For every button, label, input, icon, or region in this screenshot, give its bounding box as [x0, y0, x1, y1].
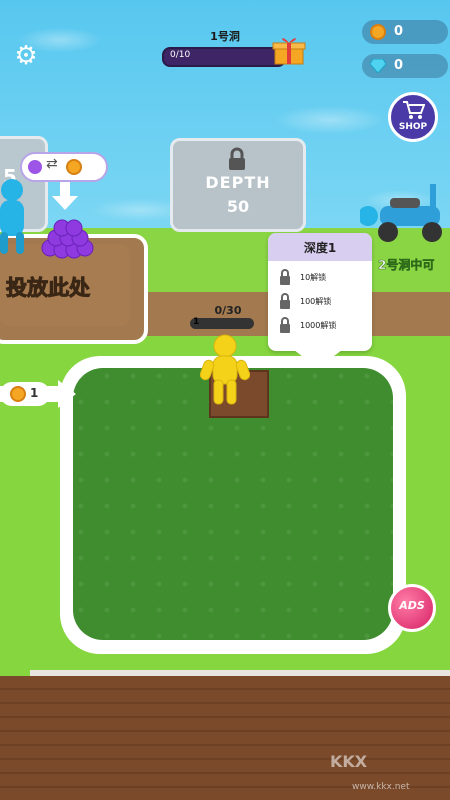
player-capacity-number: 1 [193, 317, 200, 327]
gem-counter: 0 [362, 54, 448, 78]
level-progress-text: 0/10 [170, 50, 191, 60]
unlock-row-text: 10解锁 [300, 273, 327, 282]
berry-pile-icon [41, 219, 94, 259]
unlock-card-pointer [294, 350, 342, 368]
shop-label: SHOP [398, 122, 428, 132]
shop-button[interactable]: SHOP [388, 92, 438, 142]
lock-icon [280, 269, 290, 285]
ads-button[interactable]: ADS [388, 584, 436, 632]
depth-locked-tile[interactable]: DEPTH 50 [170, 138, 306, 232]
watermark-url: www.kkx.net [352, 782, 410, 792]
watermark-logo: KKX [330, 752, 368, 771]
unlock-row-text: 100解锁 [300, 297, 332, 306]
unlock-card-header: 深度1 [268, 233, 372, 261]
coin-icon [370, 24, 386, 40]
player-capacity-bar: 1 [190, 317, 254, 329]
unlock-row: 100解锁 [278, 293, 368, 311]
lock-icon [229, 147, 245, 170]
swap-icon: ⇄ [46, 156, 58, 172]
cart-icon [403, 101, 425, 119]
drop-zone-label: 投放此处 [6, 276, 91, 301]
coin-counter: 0 [362, 20, 448, 44]
locked-area-label: 2号洞中可 [378, 258, 435, 273]
plot-cost-value: 1 [30, 386, 39, 400]
down-arrow-icon [52, 182, 78, 210]
lock-icon [280, 293, 290, 309]
coin-count: 0 [394, 24, 404, 39]
unlock-row: 10解锁 [278, 269, 368, 287]
coin-icon [66, 159, 82, 175]
gift-icon[interactable] [272, 36, 306, 66]
blue-character-icon [0, 179, 24, 254]
level-title: 1号洞 [210, 30, 240, 43]
level-progress-bar: 0/10 [162, 47, 286, 67]
exchange-pill: ⇄ [20, 152, 108, 182]
coin-icon [10, 386, 26, 402]
depth-label: DEPTH [205, 173, 271, 192]
depth-value: 50 [226, 197, 250, 216]
lock-icon [280, 317, 290, 333]
player-character [200, 334, 250, 405]
settings-gear-icon[interactable]: ⚙ [12, 42, 40, 70]
depth-unlock-card: 深度1 10解锁 100解锁 1000解锁 [268, 233, 372, 351]
gem-count: 0 [394, 58, 404, 73]
scooter-icon [360, 184, 442, 242]
diamond-icon [370, 59, 386, 73]
purple-berry-icon [28, 160, 42, 174]
plot-cost-pill[interactable]: 1 [0, 382, 50, 406]
ads-label: ADS [399, 599, 425, 612]
unlock-card-title: 深度1 [303, 241, 337, 255]
unlock-row: 1000解锁 [278, 317, 368, 335]
player-capacity-text: 0/30 [214, 304, 242, 317]
unlock-row-text: 1000解锁 [300, 321, 337, 330]
